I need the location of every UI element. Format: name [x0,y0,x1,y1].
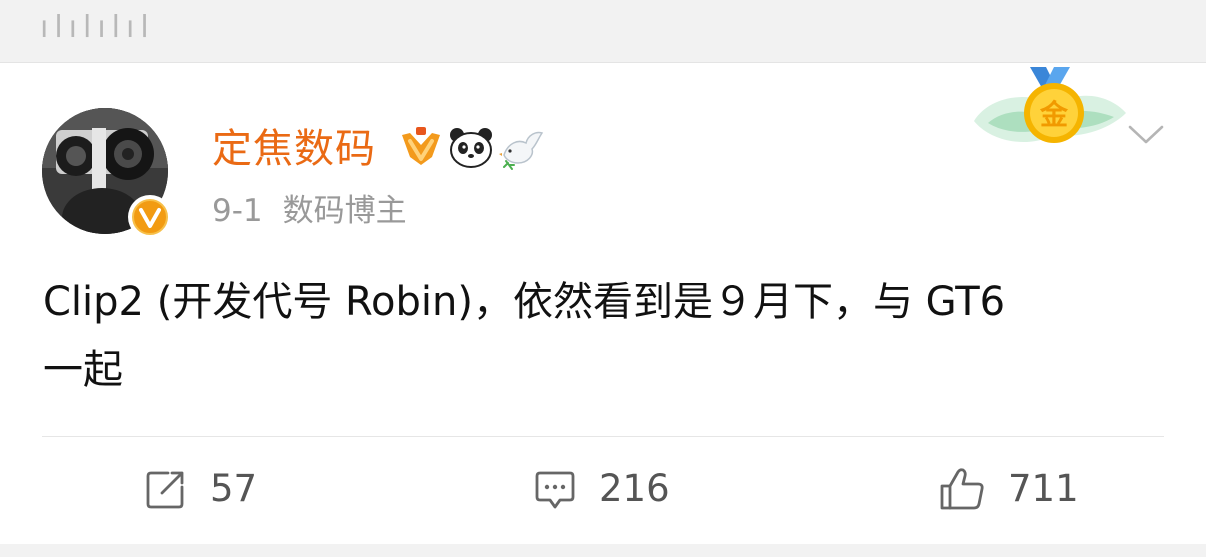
comment-count: 216 [599,467,670,510]
weibo-post-card[interactable]: 定焦数码 9-1 数码博主 金 Clip2 (开发代号 Robin)，依然看到是… [0,63,1206,544]
repost-icon [146,471,184,509]
panda-icon[interactable] [448,125,494,175]
dove-icon[interactable] [498,125,546,175]
like-count: 711 [1008,467,1079,510]
like-button[interactable]: 711 [938,461,1079,517]
repost-button[interactable]: 57 [144,461,257,517]
comment-icon [535,471,575,509]
thumbs-up-icon [940,468,984,510]
post-date: 9-1 [212,193,263,229]
bottom-strip [0,544,1206,557]
post-text-line-1: Clip2 (开发代号 Robin)，依然看到是９月下，与 GT6 [43,279,1006,325]
post-text-line-2: 一起 [43,347,123,393]
gold-medal-icon[interactable]: 金 [970,65,1130,161]
post-text: Clip2 (开发代号 Robin)，依然看到是９月下，与 GT6 一起 [43,268,1168,404]
author-name[interactable]: 定焦数码 [212,121,376,177]
post-meta: 9-1 数码博主 [212,189,407,233]
divider [42,436,1164,437]
chevron-down-icon[interactable] [1126,119,1166,149]
post-source[interactable]: 数码博主 [283,193,407,229]
top-strip: ılılılıl [0,0,1206,63]
vip-crown-icon[interactable] [398,125,444,175]
verified-badge-icon [128,195,172,239]
repost-count: 57 [210,467,258,510]
comment-button[interactable]: 216 [533,461,670,517]
clipped-header-text: ılılılıl [40,10,155,45]
medal-label: 金 [1039,98,1069,131]
